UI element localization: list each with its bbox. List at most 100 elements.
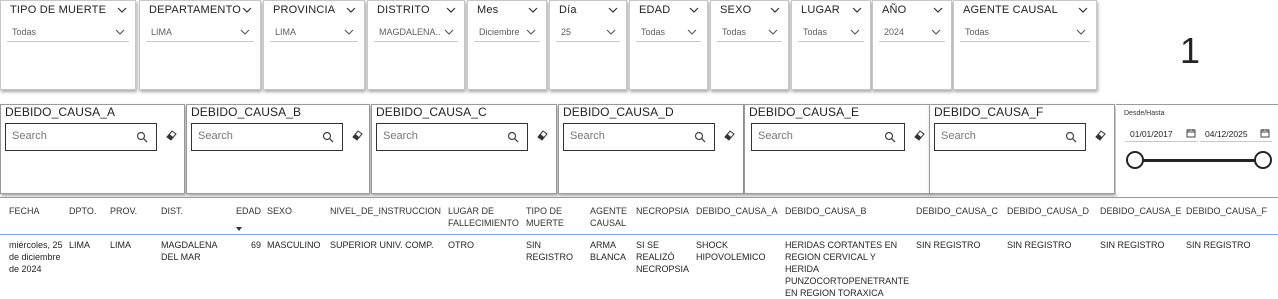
column-header-nivel-de-instruccion[interactable]: NIVEL_DE_INSTRUCCION — [330, 205, 445, 217]
chevron-down-icon[interactable] — [114, 26, 126, 38]
slicer-dropdown[interactable]: 2024 — [879, 23, 945, 42]
slicer-dropdown[interactable]: Todas — [798, 23, 864, 42]
search-box[interactable] — [191, 123, 343, 151]
eraser-icon[interactable] — [165, 129, 177, 141]
column-header-lugar-de-fallecimiento[interactable]: LUGAR DE FALLECIMIENTO — [448, 205, 523, 229]
date-to-input[interactable]: 04/12/2025 — [1200, 124, 1272, 142]
slicer-dropdown[interactable]: LIMA — [146, 23, 254, 42]
date-range-track[interactable] — [1134, 159, 1264, 162]
calendar-icon[interactable] — [1186, 128, 1196, 138]
chevron-down-icon[interactable] — [345, 4, 357, 16]
search-input[interactable] — [941, 130, 1051, 142]
chevron-down-icon[interactable] — [445, 4, 457, 16]
search-input[interactable] — [570, 130, 680, 142]
slicer-title: AGENTE CAUSAL — [963, 4, 1058, 16]
search-box[interactable] — [376, 123, 528, 151]
search-box[interactable] — [751, 123, 905, 151]
table-cell-debido-causa-f: SIN REGISTRO — [1186, 240, 1251, 250]
slicer-dropdown[interactable]: Todas — [960, 23, 1090, 42]
slicer-selected-value: 2024 — [884, 27, 905, 37]
search-input[interactable] — [383, 130, 493, 142]
eraser-icon[interactable] — [913, 129, 925, 141]
column-header-debido-causa-e[interactable]: DEBIDO_CAUSA_E — [1100, 205, 1182, 217]
column-header-debido-causa-d[interactable]: DEBIDO_CAUSA_D — [1007, 205, 1095, 217]
chevron-down-icon[interactable] — [849, 26, 861, 38]
search-icon[interactable] — [136, 131, 148, 143]
calendar-icon[interactable] — [1260, 128, 1270, 138]
column-header-necropsia[interactable]: NECROPSIA — [636, 205, 694, 217]
slicer-selected-value: Todas — [965, 27, 990, 37]
search-box[interactable] — [563, 123, 715, 151]
column-header-debido-causa-f[interactable]: DEBIDO_CAUSA_F — [1186, 205, 1267, 217]
eraser-icon[interactable] — [723, 129, 735, 141]
search-icon[interactable] — [694, 131, 706, 143]
slicer-dropdown[interactable]: Todas — [636, 23, 701, 42]
column-header-edad[interactable]: EDAD — [233, 205, 261, 217]
slicer-title: AÑO — [882, 4, 907, 16]
slicer-agente-causal: AGENTE CAUSAL Todas — [953, 0, 1097, 90]
chevron-down-icon[interactable] — [851, 4, 863, 16]
search-box[interactable] — [934, 123, 1086, 151]
search-icon[interactable] — [322, 131, 334, 143]
sort-desc-icon[interactable] — [236, 227, 242, 231]
column-header-dist[interactable]: DIST. — [161, 205, 229, 217]
slicer-selected-value: Todas — [722, 27, 747, 37]
slicer-dropdown[interactable]: Diciembre — [474, 23, 540, 42]
table-cell-debido-causa-b: HERIDAS CORTANTES EN REGION CERVICAL Y H… — [785, 240, 910, 298]
column-header-prov[interactable]: PROV. — [110, 205, 158, 217]
slicer-dropdown[interactable]: MAGDALENA... — [374, 23, 458, 42]
search-input[interactable] — [758, 130, 868, 142]
chevron-down-icon[interactable] — [932, 4, 944, 16]
search-box[interactable] — [5, 123, 157, 151]
record-count-card: 1 — [1180, 30, 1201, 71]
chevron-down-icon[interactable] — [930, 26, 942, 38]
column-header-debido-causa-c[interactable]: DEBIDO_CAUSA_C — [916, 205, 1001, 217]
chevron-down-icon[interactable] — [1075, 26, 1087, 38]
slicer-selected-value: 25 — [561, 27, 572, 37]
slicer-dropdown[interactable]: LIMA — [270, 23, 358, 42]
slicer-dropdown[interactable]: 25 — [556, 23, 620, 42]
chevron-down-icon[interactable] — [767, 26, 779, 38]
column-header-sexo[interactable]: SEXO — [267, 205, 327, 217]
chevron-down-icon[interactable] — [686, 26, 698, 38]
slicer-dia: Día 25 — [549, 0, 627, 90]
chevron-down-icon[interactable] — [607, 4, 619, 16]
cause-slicer-title: DEBIDO_CAUSA_E — [749, 105, 860, 119]
search-icon[interactable] — [884, 131, 896, 143]
eraser-icon[interactable] — [351, 129, 363, 141]
column-header-debido-causa-a[interactable]: DEBIDO_CAUSA_A — [696, 205, 781, 217]
search-input[interactable] — [12, 130, 122, 142]
chevron-down-icon[interactable] — [443, 26, 455, 38]
slicer-anio: AÑO 2024 — [872, 0, 952, 90]
chevron-down-icon[interactable] — [116, 4, 128, 16]
column-header-agente-causal[interactable]: AGENTE CAUSAL — [590, 205, 632, 229]
eraser-icon[interactable] — [536, 129, 548, 141]
chevron-down-icon[interactable] — [769, 4, 781, 16]
slicer-title: PROVINCIA — [273, 4, 336, 16]
date-from-input[interactable]: 01/01/2017 — [1125, 124, 1198, 142]
table-cell-dist: MAGDALENA DEL MAR — [161, 240, 218, 262]
chevron-down-icon[interactable] — [527, 4, 539, 16]
eraser-icon[interactable] — [1094, 129, 1106, 141]
chevron-down-icon[interactable] — [1077, 4, 1089, 16]
chevron-down-icon[interactable] — [343, 26, 355, 38]
column-header-debido-causa-b[interactable]: DEBIDO_CAUSA_B — [785, 205, 910, 217]
column-header-tipo-de-muerte[interactable]: TIPO DE MUERTE — [526, 205, 586, 229]
search-icon[interactable] — [507, 131, 519, 143]
slicer-dropdown[interactable]: Todas — [717, 23, 782, 42]
date-range-end-handle[interactable] — [1254, 151, 1272, 169]
search-input[interactable] — [198, 130, 308, 142]
chevron-down-icon[interactable] — [239, 26, 251, 38]
column-header-dpto[interactable]: DPTO. — [69, 205, 107, 217]
date-range-start-handle[interactable] — [1126, 151, 1144, 169]
chevron-down-icon[interactable] — [688, 4, 700, 16]
chevron-down-icon[interactable] — [525, 26, 537, 38]
search-icon[interactable] — [1065, 131, 1077, 143]
slicer-dropdown[interactable]: Todas — [7, 23, 129, 42]
chevron-down-icon[interactable] — [241, 4, 253, 16]
chevron-down-icon[interactable] — [605, 26, 617, 38]
cause-slicer-e: DEBIDO_CAUSA_E — [744, 104, 930, 194]
slicer-mes: Mes Diciembre — [467, 0, 547, 90]
table-cell-prov: LIMA — [110, 240, 132, 250]
column-header-fecha[interactable]: FECHA — [9, 205, 64, 217]
